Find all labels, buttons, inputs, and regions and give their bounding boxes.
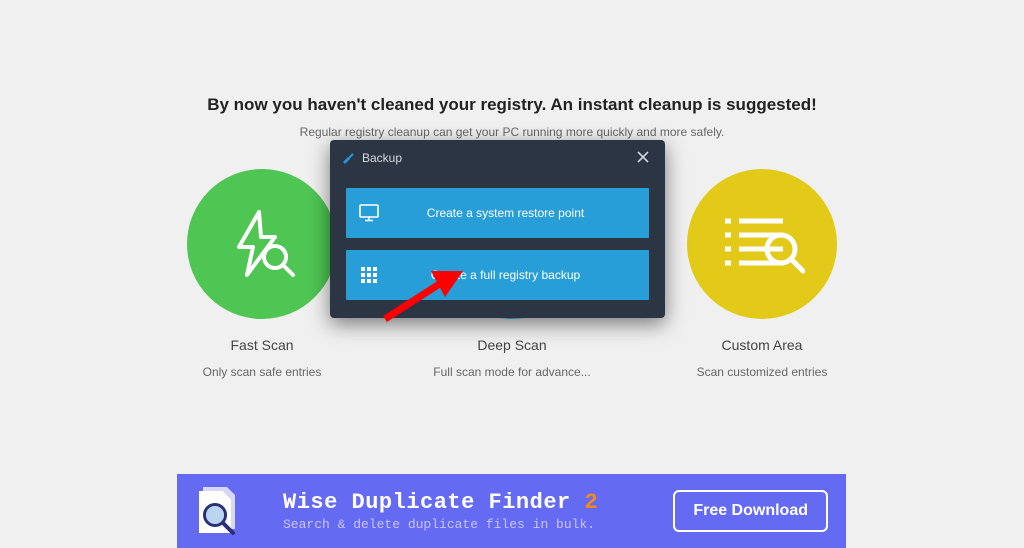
broom-icon	[340, 150, 356, 166]
fast-scan-circle	[187, 169, 337, 319]
deep-scan-desc: Full scan mode for advance...	[433, 365, 590, 379]
close-icon[interactable]	[631, 148, 655, 168]
lightning-search-icon	[225, 207, 299, 281]
create-registry-backup-button[interactable]: Create a full registry backup	[346, 250, 649, 300]
fast-scan-title: Fast Scan	[230, 337, 293, 353]
deep-scan-title: Deep Scan	[477, 337, 546, 353]
list-search-icon	[719, 207, 805, 281]
custom-scan-circle	[687, 169, 837, 319]
grid-icon	[346, 266, 392, 284]
monitor-icon	[346, 204, 392, 222]
create-restore-point-label: Create a system restore point	[392, 206, 649, 220]
fast-scan-card[interactable]: Fast Scan Only scan safe entries	[172, 169, 352, 379]
backup-modal: Backup Create a system restore point Cre…	[330, 140, 665, 318]
backup-modal-title: Backup	[362, 151, 631, 165]
promo-banner: Wise Duplicate Finder 2 Search & delete …	[177, 474, 846, 548]
backup-modal-header: Backup	[330, 140, 665, 176]
create-restore-point-button[interactable]: Create a system restore point	[346, 188, 649, 238]
create-registry-backup-label: Create a full registry backup	[392, 268, 649, 282]
custom-scan-title: Custom Area	[722, 337, 803, 353]
free-download-button[interactable]: Free Download	[673, 490, 828, 532]
page-heading: By now you haven't cleaned your registry…	[0, 0, 1024, 115]
promo-banner-text: Wise Duplicate Finder 2 Search & delete …	[283, 490, 673, 532]
custom-scan-desc: Scan customized entries	[697, 365, 828, 379]
custom-scan-card[interactable]: Custom Area Scan customized entries	[672, 169, 852, 379]
promo-banner-subtitle: Search & delete duplicate files in bulk.	[283, 517, 673, 532]
duplicate-finder-icon	[195, 485, 243, 537]
fast-scan-desc: Only scan safe entries	[203, 365, 322, 379]
page-subheading: Regular registry cleanup can get your PC…	[0, 125, 1024, 139]
promo-banner-title: Wise Duplicate Finder 2	[283, 490, 673, 515]
